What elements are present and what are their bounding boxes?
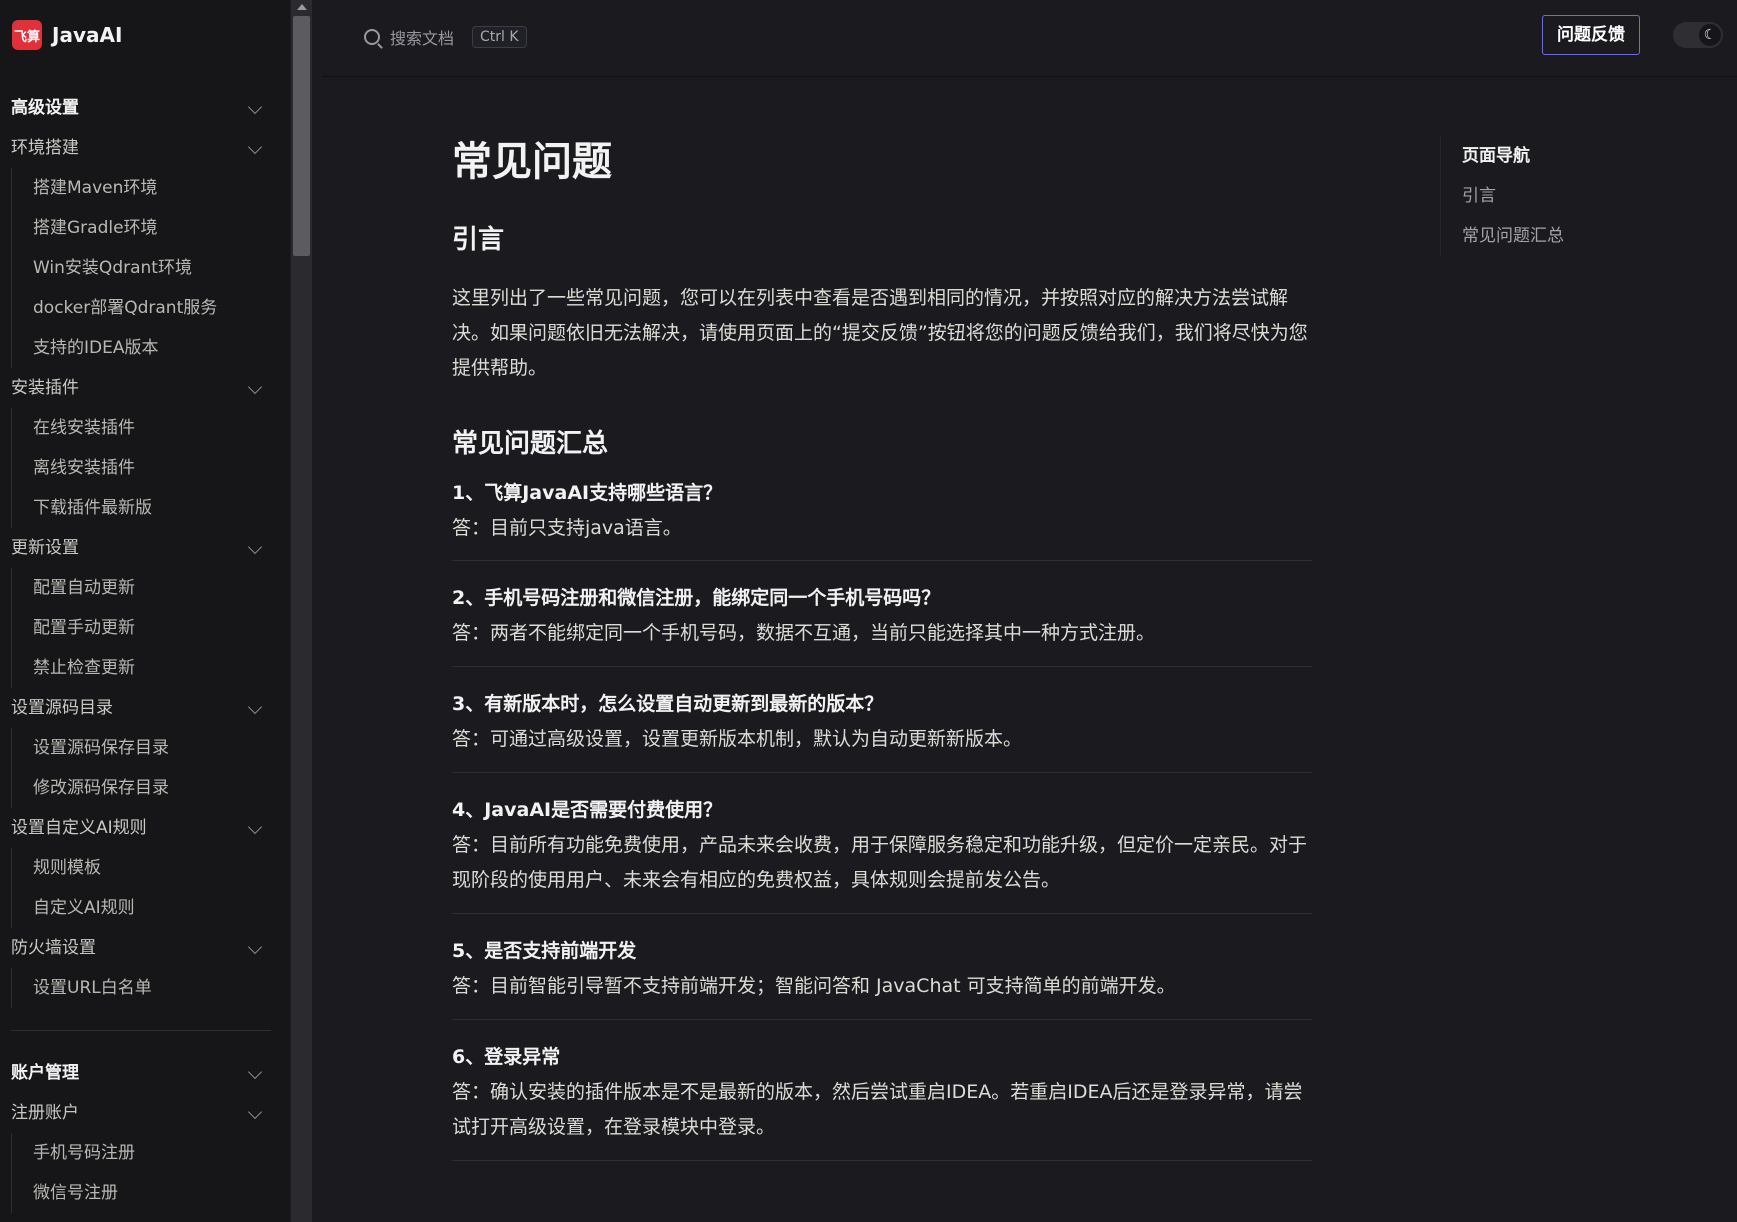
search-icon: [364, 29, 380, 45]
sidebar-section-label: 防火墙设置: [11, 938, 96, 958]
chevron-down-icon[interactable]: [247, 539, 263, 555]
search-button[interactable]: 搜索文档 Ctrl K: [364, 18, 527, 56]
search-placeholder: 搜索文档: [390, 29, 455, 48]
sidebar-item-maven[interactable]: 搭建Maven环境: [0, 168, 280, 208]
brand[interactable]: 飞算 JavaAI: [12, 20, 122, 50]
intro-paragraph: 这里列出了一些常见问题，您可以在列表中查看是否遇到相同的情况，并按照对应的解决方…: [452, 287, 1308, 379]
sidebar-group-account[interactable]: 账户管理: [0, 1053, 280, 1093]
sidebar-divider: [11, 1030, 271, 1031]
sidebar-section-register[interactable]: 注册账户: [0, 1093, 280, 1133]
outline-item-faq[interactable]: 常见问题汇总: [1462, 216, 1564, 256]
outline-item-intro[interactable]: 引言: [1462, 176, 1564, 216]
section-heading-intro: 引言: [452, 225, 505, 255]
chevron-down-icon[interactable]: [247, 939, 263, 955]
faq-item: 6、登录异常 答：确认安装的插件版本是不是最新的版本，然后尝试重启IDEA。若重…: [452, 1020, 1312, 1161]
sidebar-item-download-latest[interactable]: 下载插件最新版: [0, 488, 280, 528]
faq-item: 1、飞算JavaAI支持哪些语言？ 答：目前只支持java语言。: [452, 476, 1312, 561]
chevron-down-icon[interactable]: [247, 1064, 263, 1080]
sidebar-item-disable-check[interactable]: 禁止检查更新: [0, 648, 280, 688]
sidebar-section-ai-rules[interactable]: 设置自定义AI规则: [0, 808, 280, 848]
sidebar-section-label: 更新设置: [11, 538, 79, 558]
chevron-down-icon[interactable]: [247, 379, 263, 395]
sidebar-item-set-source-dir[interactable]: 设置源码保存目录: [0, 728, 280, 768]
faq-item: 4、JavaAI是否需要付费使用？ 答：目前所有功能免费使用，产品未来会收费，用…: [452, 773, 1312, 914]
section-heading-faq: 常见问题汇总: [452, 429, 609, 459]
sidebar-group-label: 账户管理: [11, 1063, 79, 1083]
sidebar-section-source-dir[interactable]: 设置源码目录: [0, 688, 280, 728]
sidebar-section-install[interactable]: 安装插件: [0, 368, 280, 408]
sidebar-section-label: 环境搭建: [11, 138, 79, 158]
sidebar-section-update[interactable]: 更新设置: [0, 528, 280, 568]
sidebar-item-online-install[interactable]: 在线安装插件: [0, 408, 280, 448]
feedback-button[interactable]: 问题反馈: [1542, 15, 1640, 55]
theme-toggle[interactable]: ☾: [1673, 22, 1723, 48]
chevron-down-icon[interactable]: [247, 1104, 263, 1120]
faq-answer: 答：目前智能引导暂不支持前端开发；智能问答和 JavaChat 可支持简单的前端…: [452, 975, 1176, 997]
sidebar-item-phone-register[interactable]: 手机号码注册: [0, 1133, 280, 1173]
sidebar-item-wechat-register[interactable]: 微信号注册: [0, 1173, 280, 1213]
sidebar-section-label: 安装插件: [11, 378, 79, 398]
page-title: 常见问题: [452, 139, 612, 185]
page-outline: 页面导航 引言 常见问题汇总: [1440, 136, 1564, 256]
search-shortcut-key: Ctrl K: [472, 26, 527, 48]
faq-item: 3、有新版本时，怎么设置自动更新到最新的版本？ 答：可通过高级设置，设置更新版本…: [452, 667, 1312, 773]
sidebar-item-win-qdrant[interactable]: Win安装Qdrant环境: [0, 248, 280, 288]
faq-answer: 答：确认安装的插件版本是不是最新的版本，然后尝试重启IDEA。若重启IDEA后还…: [452, 1081, 1303, 1138]
sidebar-item-custom-ai-rule[interactable]: 自定义AI规则: [0, 888, 280, 928]
faq-item: 2、手机号码注册和微信注册，能绑定同一个手机号码吗？ 答：两者不能绑定同一个手机…: [452, 561, 1312, 667]
sidebar-item-gradle[interactable]: 搭建Gradle环境: [0, 208, 280, 248]
faq-question: 4、JavaAI是否需要付费使用？: [452, 799, 723, 821]
faq-question: 3、有新版本时，怎么设置自动更新到最新的版本？: [452, 693, 884, 715]
sidebar-item-rule-template[interactable]: 规则模板: [0, 848, 280, 888]
faq-item: 5、是否支持前端开发 答：目前智能引导暂不支持前端开发；智能问答和 JavaCh…: [452, 914, 1312, 1020]
faq-answer: 答：目前只支持java语言。: [452, 517, 682, 539]
sidebar-item-auto-update[interactable]: 配置自动更新: [0, 568, 280, 608]
scrollbar-thumb[interactable]: [293, 16, 310, 256]
sidebar-section-env[interactable]: 环境搭建: [0, 128, 280, 168]
outline-title: 页面导航: [1462, 146, 1530, 166]
chevron-down-icon[interactable]: [247, 139, 263, 155]
brand-name: JavaAI: [52, 23, 123, 47]
faq-question: 1、飞算JavaAI支持哪些语言？: [452, 482, 723, 504]
moon-icon: ☾: [1699, 24, 1721, 46]
sidebar-item-idea-version[interactable]: 支持的IDEA版本: [0, 328, 280, 368]
sidebar-item-manual-update[interactable]: 配置手动更新: [0, 608, 280, 648]
sidebar-item-url-whitelist[interactable]: 设置URL白名单: [0, 968, 280, 1008]
faq-question: 6、登录异常: [452, 1046, 561, 1068]
sidebar-group-advanced[interactable]: 高级设置: [0, 88, 280, 128]
scroll-up-arrow-icon[interactable]: [297, 4, 307, 10]
sidebar: 飞算 JavaAI 高级设置 环境搭建 搭建Maven环境 搭建Gradle环境…: [0, 0, 290, 1222]
sidebar-item-docker-qdrant[interactable]: docker部署Qdrant服务: [0, 288, 280, 328]
sidebar-item-modify-source-dir[interactable]: 修改源码保存目录: [0, 768, 280, 808]
main-content: 常见问题 引言 这里列出了一些常见问题，您可以在列表中查看是否遇到相同的情况，并…: [452, 136, 1312, 1161]
sidebar-section-firewall[interactable]: 防火墙设置: [0, 928, 280, 968]
sidebar-section-label: 设置源码目录: [11, 698, 113, 718]
sidebar-section-label: 设置自定义AI规则: [11, 818, 147, 838]
sidebar-section-label: 注册账户: [11, 1103, 79, 1123]
chevron-down-icon[interactable]: [247, 699, 263, 715]
brand-logo: 飞算: [12, 20, 42, 50]
faq-question: 5、是否支持前端开发: [452, 940, 637, 962]
faq-answer: 答：目前所有功能免费使用，产品未来会收费，用于保障服务稳定和功能升级，但定价一定…: [452, 834, 1308, 891]
sidebar-group-label: 高级设置: [11, 98, 79, 118]
top-bar: 搜索文档 Ctrl K 问题反馈 ☾: [322, 0, 1737, 77]
faq-question: 2、手机号码注册和微信注册，能绑定同一个手机号码吗？: [452, 587, 941, 609]
sidebar-nav: 高级设置 环境搭建 搭建Maven环境 搭建Gradle环境 Win安装Qdra…: [0, 88, 280, 1213]
chevron-down-icon[interactable]: [247, 819, 263, 835]
sidebar-item-offline-install[interactable]: 离线安装插件: [0, 448, 280, 488]
faq-answer: 答：可通过高级设置，设置更新版本机制，默认为自动更新新版本。: [452, 728, 1023, 750]
sidebar-scrollbar[interactable]: [291, 0, 312, 1222]
chevron-down-icon[interactable]: [247, 99, 263, 115]
faq-answer: 答：两者不能绑定同一个手机号码，数据不互通，当前只能选择其中一种方式注册。: [452, 622, 1156, 644]
